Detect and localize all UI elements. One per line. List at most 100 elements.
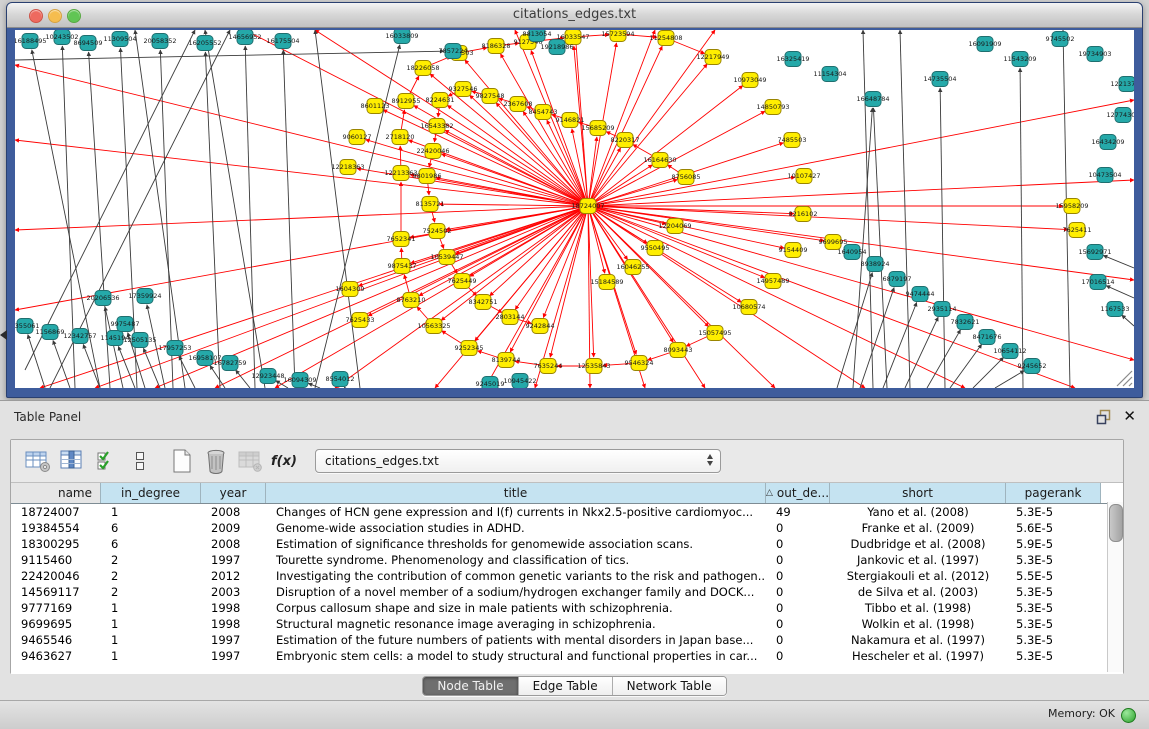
graph-node[interactable]: 7524502	[423, 224, 452, 239]
graph-node[interactable]: 7832621	[951, 315, 980, 330]
column-header-out-degree[interactable]: △ out_de...	[766, 483, 830, 503]
graph-node[interactable]: 1604309	[336, 282, 365, 297]
graph-node[interactable]: 12218363	[331, 160, 364, 175]
table-row[interactable]: 2242004622012Investigating the contribut…	[11, 568, 1123, 584]
window-titlebar[interactable]: citations_edges.txt	[7, 3, 1142, 28]
graph-node[interactable]: 10973049	[733, 73, 766, 88]
table-row[interactable]: 911546021997Tourette syndrome. Phenomeno…	[11, 552, 1123, 568]
graph-node[interactable]: 2935114	[928, 302, 957, 317]
graph-node[interactable]: 10945422	[503, 374, 536, 389]
graph-node[interactable]: 15184589	[590, 275, 623, 290]
graph-node[interactable]: 1156869	[36, 325, 65, 340]
graph-node[interactable]: 17359924	[128, 289, 161, 304]
graph-node[interactable]: 2718120	[386, 130, 415, 145]
graph-node[interactable]: 16094309	[283, 373, 316, 388]
graph-node[interactable]: 9060127	[343, 130, 372, 145]
graph-node[interactable]: 9242844	[526, 319, 555, 334]
graph-node[interactable]: 16091909	[968, 37, 1001, 52]
graph-node[interactable]: 19734903	[1078, 47, 1111, 62]
table-row[interactable]: 1872400712008Changes of HCN gene express…	[11, 504, 1123, 520]
graph-node[interactable]: 14656952	[228, 30, 261, 45]
column-header-pagerank[interactable]: pagerank	[1006, 483, 1101, 503]
table-row[interactable]: 1830029562008Estimation of significance …	[11, 536, 1123, 552]
column-header-in-degree[interactable]: in_degree	[101, 483, 201, 503]
graph-node[interactable]: 16188495	[15, 34, 47, 49]
graph-node[interactable]: 9546324	[625, 356, 654, 371]
graph-node[interactable]: 8216102	[789, 207, 818, 222]
graph-node[interactable]: 8135721	[416, 197, 445, 212]
graph-node[interactable]: 15692971	[1078, 245, 1111, 260]
function-builder-icon[interactable]: f(x)	[267, 446, 301, 476]
graph-node[interactable]: 10107427	[787, 169, 820, 184]
graph-node[interactable]: 12774304	[1106, 108, 1134, 123]
graph-node[interactable]: 14850793	[756, 100, 789, 115]
close-window-button[interactable]	[29, 9, 43, 23]
graph-node[interactable]: 15958209	[1055, 199, 1088, 214]
graph-node[interactable]: 8912955	[392, 94, 421, 109]
graph-node[interactable]: 20206536	[86, 291, 119, 306]
graph-node[interactable]: 7635244	[534, 359, 563, 374]
table-row[interactable]: 969969511998Structural magnetic resonanc…	[11, 616, 1123, 632]
graph-node[interactable]: 16175504	[266, 34, 299, 49]
graph-node[interactable]: 12535843	[577, 359, 610, 374]
graph-node[interactable]: 7485503	[778, 133, 807, 148]
graph-node[interactable]: 16164630	[643, 153, 676, 168]
graph-node[interactable]: 12342757	[63, 329, 96, 344]
minimize-window-button[interactable]	[48, 9, 62, 23]
table-row[interactable]: 946554611997Estimation of the future num…	[11, 632, 1123, 648]
graph-node[interactable]: 10654112	[993, 344, 1026, 359]
table-row[interactable]: 946362711997Embryonic stem cells: a mode…	[11, 648, 1123, 664]
graph-node[interactable]: 8471676	[973, 330, 1002, 345]
graph-node[interactable]: 10680574	[732, 300, 765, 315]
panel-collapse-arrow[interactable]	[0, 330, 7, 340]
graph-node[interactable]: 9154409	[779, 243, 808, 258]
table-selector[interactable]: citations_edges.txt	[315, 449, 721, 473]
resize-grip[interactable]	[1117, 371, 1132, 386]
tab-network-table[interactable]: Network Table	[613, 677, 726, 695]
graph-node[interactable]: 8454743	[529, 105, 558, 120]
graph-node[interactable]: 16046255	[616, 260, 649, 275]
graph-node[interactable]: 17957253	[158, 341, 191, 356]
close-panel-icon[interactable]: ✕	[1123, 407, 1136, 425]
graph-node[interactable]: 8756085	[672, 170, 701, 185]
delete-entry-icon[interactable]	[199, 446, 233, 476]
graph-node[interactable]: 9745502	[1046, 32, 1075, 47]
create-table-icon[interactable]	[165, 446, 199, 476]
graph-node[interactable]: 1167533	[1101, 302, 1130, 317]
graph-node[interactable]: 20058352	[143, 34, 176, 49]
graph-node[interactable]: 16543382	[420, 119, 453, 134]
graph-node[interactable]: 8186328	[482, 39, 511, 54]
show-column-icon[interactable]	[55, 446, 89, 476]
graph-node[interactable]: 16434209	[1091, 135, 1124, 150]
table-browser-settings-icon[interactable]	[21, 446, 55, 476]
graph-node[interactable]: 14735504	[923, 72, 956, 87]
tab-edge-table[interactable]: Edge Table	[519, 677, 613, 695]
graph-node[interactable]: 15723594	[601, 30, 634, 42]
column-header-name[interactable]: name	[11, 483, 101, 503]
graph-node[interactable]: 7625449	[448, 274, 477, 289]
table-row[interactable]: 1938455462009Genome-wide association stu…	[11, 520, 1123, 536]
network-canvas[interactable]: 1872400712213363271812089129551822605891…	[15, 30, 1134, 388]
graph-node[interactable]: 12213709	[1110, 77, 1134, 92]
graph-node[interactable]: 7652341	[387, 232, 416, 247]
graph-node[interactable]: 8554012	[326, 372, 355, 387]
graph-node[interactable]: 11309504	[103, 32, 136, 47]
graph-node[interactable]: 9474444	[906, 287, 935, 302]
graph-node[interactable]: 16033809	[385, 30, 418, 44]
merge-rows-icon[interactable]	[123, 446, 157, 476]
graph-node[interactable]: 11154304	[813, 67, 846, 82]
column-header-short[interactable]: short	[830, 483, 1006, 503]
table-row[interactable]: 1456911722003Disruption of a novel membe…	[11, 584, 1123, 600]
table-scrollbar[interactable]	[1107, 502, 1123, 672]
column-header-title[interactable]: title	[266, 483, 766, 503]
graph-node[interactable]: 9252345	[455, 341, 484, 356]
graph-node[interactable]: 12217949	[696, 50, 729, 65]
graph-node[interactable]: 16325419	[776, 52, 809, 67]
graph-node[interactable]: 16205552	[188, 36, 221, 51]
graph-node[interactable]: 10473504	[1088, 168, 1121, 183]
float-panel-icon[interactable]	[1096, 409, 1113, 429]
graph-node[interactable]: 11543209	[1003, 52, 1036, 67]
table-scrollbar-thumb[interactable]	[1109, 504, 1123, 542]
select-columns-icon[interactable]	[89, 446, 123, 476]
graph-node[interactable]: 9245652	[1018, 359, 1047, 374]
